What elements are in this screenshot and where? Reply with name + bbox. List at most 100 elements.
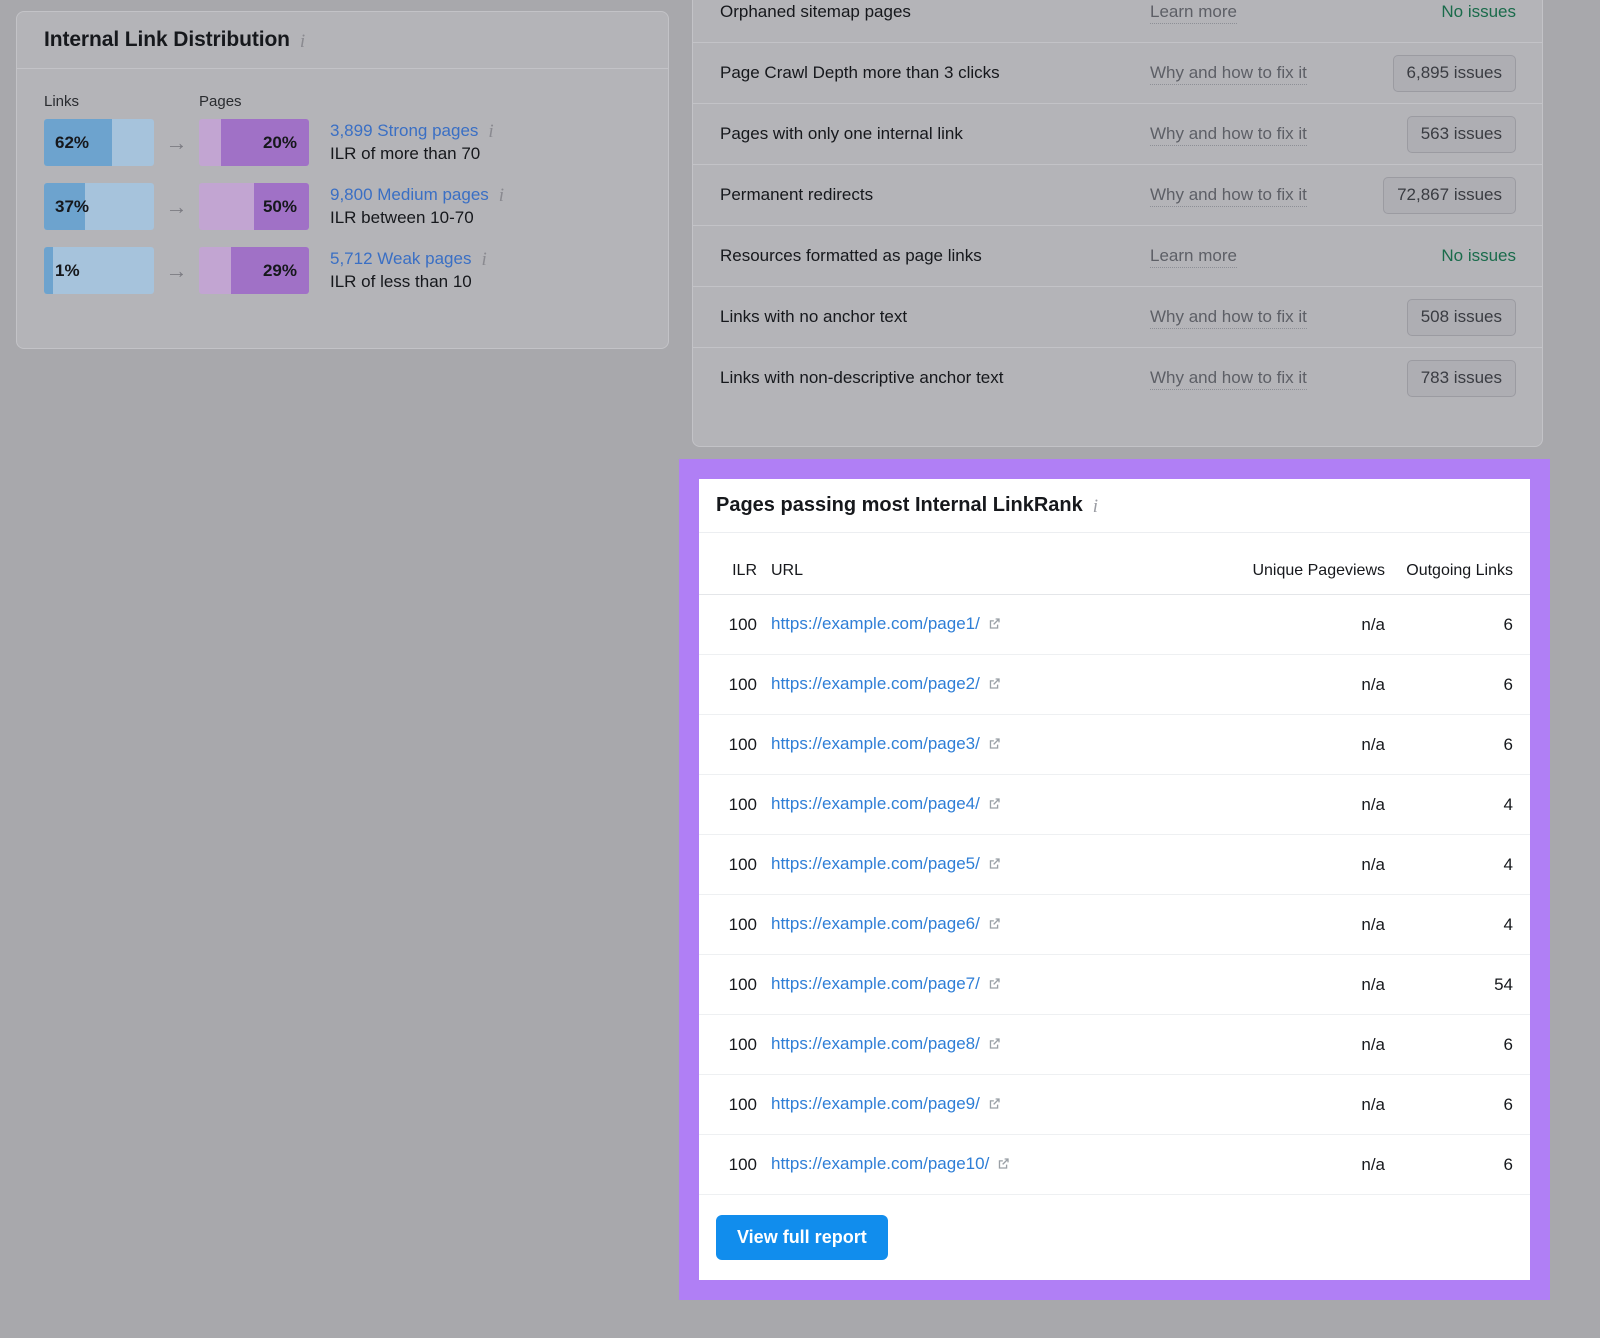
cell-unique-pageviews: n/a <box>1175 1075 1385 1135</box>
cell-url: https://example.com/page8/ <box>771 1015 1175 1075</box>
cell-outgoing-links: 4 <box>1385 895 1530 955</box>
distribution-body: Links Pages 62%→20%3,899 Strong pagesiIL… <box>17 69 668 294</box>
view-full-report-button[interactable]: View full report <box>716 1215 888 1260</box>
issue-help-label: Why and how to fix it <box>1150 63 1307 85</box>
external-link-icon[interactable] <box>987 916 1002 936</box>
distribution-text: 9,800 Medium pages i ILR between 10-70 <box>330 185 504 228</box>
cell-unique-pageviews: n/a <box>1175 1135 1385 1195</box>
arrow-icon: → <box>154 260 199 282</box>
card-header: Internal Link Distribution i <box>17 12 668 69</box>
issue-count-cell: No issues <box>1366 2 1516 22</box>
issue-row: Orphaned sitemap pagesLearn moreNo issue… <box>693 0 1542 42</box>
external-link-icon[interactable] <box>987 1036 1002 1056</box>
issue-name: Links with no anchor text <box>720 307 1150 327</box>
no-issues-label: No issues <box>1441 246 1516 265</box>
cell-url: https://example.com/page5/ <box>771 835 1175 895</box>
pages-group-link[interactable]: 9,800 Medium pages <box>330 185 489 205</box>
cell-unique-pageviews: n/a <box>1175 835 1385 895</box>
url-link[interactable]: https://example.com/page8/ <box>771 1034 980 1053</box>
table-row: 100https://example.com/page4/n/a4 <box>699 775 1530 835</box>
cell-ilr: 100 <box>699 655 771 715</box>
pages-group-link[interactable]: 3,899 Strong pages <box>330 121 478 141</box>
cell-ilr: 100 <box>699 955 771 1015</box>
info-icon[interactable]: i <box>1093 497 1098 516</box>
url-link[interactable]: https://example.com/page9/ <box>771 1094 980 1113</box>
cell-unique-pageviews: n/a <box>1175 655 1385 715</box>
info-icon[interactable]: i <box>481 250 486 269</box>
issue-help-link[interactable]: Why and how to fix it <box>1150 368 1366 388</box>
issue-count-cell: 72,867 issues <box>1366 177 1516 214</box>
url-link[interactable]: https://example.com/page3/ <box>771 734 980 753</box>
column-header-links: Links <box>44 93 199 110</box>
issue-count-badge[interactable]: 563 issues <box>1407 116 1516 153</box>
url-link[interactable]: https://example.com/page4/ <box>771 794 980 813</box>
external-link-icon-svg <box>987 976 1002 991</box>
info-icon[interactable]: i <box>300 32 305 51</box>
no-issues-label: No issues <box>1441 2 1516 21</box>
url-link[interactable]: https://example.com/page1/ <box>771 614 980 633</box>
table-row: 100https://example.com/page7/n/a54 <box>699 955 1530 1015</box>
issue-help-link[interactable]: Why and how to fix it <box>1150 185 1366 205</box>
external-link-icon[interactable] <box>987 1096 1002 1116</box>
pages-group-link[interactable]: 5,712 Weak pages <box>330 249 471 269</box>
external-link-icon[interactable] <box>987 676 1002 696</box>
links-bar-fill <box>44 247 53 294</box>
pages-bar: 29% <box>199 247 309 294</box>
external-link-icon[interactable] <box>987 616 1002 636</box>
distribution-subtext: ILR of less than 10 <box>330 272 487 292</box>
table-row: 100https://example.com/page1/n/a6 <box>699 595 1530 655</box>
column-header-url: URL <box>771 533 1175 595</box>
links-bar: 62% <box>44 119 154 166</box>
issue-help-link[interactable]: Why and how to fix it <box>1150 307 1366 327</box>
cell-ilr: 100 <box>699 835 771 895</box>
issue-count-cell: 783 issues <box>1366 360 1516 397</box>
links-bar-label: 1% <box>55 247 80 294</box>
issue-help-link[interactable]: Learn more <box>1150 2 1366 22</box>
issue-help-label: Why and how to fix it <box>1150 185 1307 207</box>
links-bar-label: 37% <box>55 183 89 230</box>
issue-help-label: Why and how to fix it <box>1150 307 1307 329</box>
cell-outgoing-links: 6 <box>1385 655 1530 715</box>
info-icon[interactable]: i <box>488 122 493 141</box>
issue-help-link[interactable]: Why and how to fix it <box>1150 124 1366 144</box>
issue-help-label: Learn more <box>1150 2 1237 24</box>
cell-url: https://example.com/page3/ <box>771 715 1175 775</box>
external-link-icon[interactable] <box>987 796 1002 816</box>
url-link[interactable]: https://example.com/page2/ <box>771 674 980 693</box>
external-link-icon[interactable] <box>987 856 1002 876</box>
cell-unique-pageviews: n/a <box>1175 775 1385 835</box>
cell-ilr: 100 <box>699 715 771 775</box>
info-icon[interactable]: i <box>499 186 504 205</box>
external-link-icon[interactable] <box>996 1156 1011 1176</box>
issue-count-badge[interactable]: 6,895 issues <box>1393 55 1516 92</box>
url-link[interactable]: https://example.com/page10/ <box>771 1154 989 1173</box>
issue-row: Resources formatted as page linksLearn m… <box>693 225 1542 286</box>
url-link[interactable]: https://example.com/page5/ <box>771 854 980 873</box>
distribution-text: 3,899 Strong pagesiILR of more than 70 <box>330 121 494 164</box>
pages-bar-label: 50% <box>263 183 297 230</box>
pages-bar-label: 20% <box>263 119 297 166</box>
issue-help-link[interactable]: Why and how to fix it <box>1150 63 1366 83</box>
pages-bar: 20% <box>199 119 309 166</box>
issue-count-badge[interactable]: 72,867 issues <box>1383 177 1516 214</box>
issue-count-badge[interactable]: 508 issues <box>1407 299 1516 336</box>
url-link[interactable]: https://example.com/page6/ <box>771 914 980 933</box>
issue-row: Permanent redirectsWhy and how to fix it… <box>693 164 1542 225</box>
distribution-subtext: ILR between 10-70 <box>330 208 504 228</box>
issue-count-cell: 508 issues <box>1366 299 1516 336</box>
table-row: 100https://example.com/page2/n/a6 <box>699 655 1530 715</box>
external-link-icon[interactable] <box>987 736 1002 756</box>
cell-url: https://example.com/page7/ <box>771 955 1175 1015</box>
external-link-icon-svg <box>987 676 1002 691</box>
url-link[interactable]: https://example.com/page7/ <box>771 974 980 993</box>
issue-count-badge[interactable]: 783 issues <box>1407 360 1516 397</box>
table-row: 100https://example.com/page6/n/a4 <box>699 895 1530 955</box>
cell-outgoing-links: 6 <box>1385 1015 1530 1075</box>
highlight-outline: Pages passing most Internal LinkRank i I… <box>679 459 1550 1300</box>
issue-help-link[interactable]: Learn more <box>1150 246 1366 266</box>
external-link-icon[interactable] <box>987 976 1002 996</box>
linkrank-table: ILR URL Unique Pageviews Outgoing Links … <box>699 533 1530 1195</box>
external-link-icon-svg <box>987 796 1002 811</box>
external-link-icon-svg <box>987 616 1002 631</box>
distribution-row: 62%→20%3,899 Strong pagesiILR of more th… <box>44 119 668 166</box>
